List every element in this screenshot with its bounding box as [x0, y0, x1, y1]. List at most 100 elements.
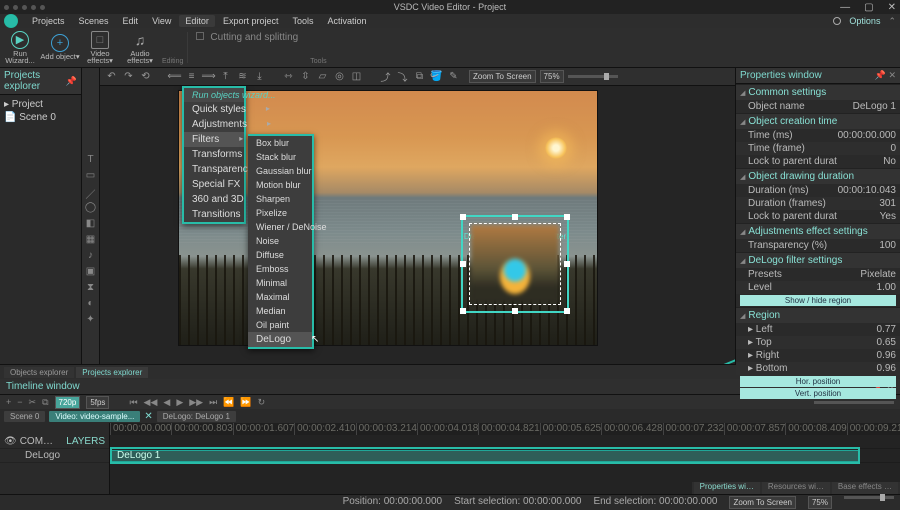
- menu-view[interactable]: View: [146, 15, 177, 27]
- resize-handle[interactable]: [564, 308, 570, 314]
- shape-tool-icon[interactable]: ▭: [85, 170, 97, 182]
- video-effects-button[interactable]: □ Video effects▾: [80, 28, 120, 67]
- align-top-icon[interactable]: ⤒: [220, 71, 231, 82]
- track-header[interactable]: 👁COM…LAYERS: [0, 435, 109, 449]
- gear-icon[interactable]: [833, 17, 841, 25]
- crumb-scene[interactable]: Scene 0: [4, 411, 45, 422]
- up-layer-icon[interactable]: ⤴: [380, 71, 391, 82]
- remove-track-icon[interactable]: −: [17, 397, 22, 407]
- position-button[interactable]: Vert. position: [740, 388, 896, 399]
- menu-item-pixelize[interactable]: Pixelize: [248, 206, 312, 220]
- video-effects-menu[interactable]: Run objects wizard... Quick styles▸ Adju…: [182, 86, 246, 224]
- footer-tab-resources[interactable]: Resources wi…: [762, 482, 830, 494]
- resolution-tag[interactable]: 720p: [55, 396, 81, 409]
- line-tool-icon[interactable]: ／: [85, 186, 97, 198]
- property-group-header[interactable]: DeLogo filter settings: [736, 252, 900, 268]
- frame-fwd-icon[interactable]: ▶: [176, 397, 183, 408]
- menu-tools[interactable]: Tools: [286, 15, 319, 27]
- spray-tool-icon[interactable]: ✦: [85, 314, 97, 326]
- run-wizard-button[interactable]: ▶ Run Wizard...: [0, 28, 40, 67]
- undo-icon[interactable]: ↶: [106, 71, 117, 82]
- ellipse-tool-icon[interactable]: ◯: [85, 202, 97, 214]
- redo-icon[interactable]: ↷: [123, 71, 134, 82]
- cut-icon[interactable]: ✂: [29, 397, 37, 408]
- resize-handle[interactable]: [460, 261, 466, 267]
- text-tool-icon[interactable]: T: [85, 154, 97, 166]
- timeline-zoom-slider[interactable]: [814, 401, 894, 404]
- zoom-pct-dropdown[interactable]: 75%: [540, 70, 564, 83]
- frame-back-icon[interactable]: ◀: [163, 397, 170, 408]
- step-fwd-icon[interactable]: ⏭: [209, 397, 217, 408]
- preview-canvas[interactable]: Drag and move DeLogo filter: [100, 86, 735, 364]
- dist-v-icon[interactable]: ⇳: [300, 71, 311, 82]
- menu-item-adjustments[interactable]: Adjustments▸: [184, 117, 244, 132]
- property-row[interactable]: Duration (frames)301: [736, 197, 900, 210]
- property-row[interactable]: PresetsPixelate: [736, 268, 900, 281]
- menu-item-gaussian-blur[interactable]: Gaussian blur: [248, 164, 312, 178]
- property-row[interactable]: Time (frame)0: [736, 142, 900, 155]
- expand-ribbon-button[interactable]: ⌃: [888, 16, 896, 27]
- delogo-region[interactable]: [461, 215, 569, 313]
- menu-item-360-3d[interactable]: 360 and 3D▸: [184, 192, 244, 207]
- menu-item-filters[interactable]: Filters▸: [184, 132, 244, 147]
- property-row[interactable]: Object nameDeLogo 1: [736, 100, 900, 113]
- mask-tool-icon[interactable]: ◐: [85, 298, 97, 310]
- menu-item-box-blur[interactable]: Box blur: [248, 136, 312, 150]
- video-tool-icon[interactable]: ▣: [85, 266, 97, 278]
- menu-activation[interactable]: Activation: [321, 15, 372, 27]
- zoom-mode-dropdown[interactable]: Zoom To Screen: [469, 70, 536, 83]
- property-row[interactable]: ▸ Bottom0.96: [736, 362, 900, 375]
- fit-icon[interactable]: ▱: [317, 71, 328, 82]
- property-row[interactable]: ▸ Top0.65: [736, 336, 900, 349]
- app-logo-icon[interactable]: [4, 14, 18, 28]
- footer-tab-properties[interactable]: Properties wi…: [694, 482, 760, 494]
- play-fwd-icon[interactable]: ▶▶: [189, 397, 203, 408]
- resize-handle[interactable]: [460, 308, 466, 314]
- property-group-header[interactable]: Object creation time: [736, 113, 900, 129]
- crop-icon[interactable]: ◫: [351, 71, 362, 82]
- add-track-icon[interactable]: +: [6, 397, 11, 407]
- pin-icon[interactable]: 📌 ✕: [875, 70, 896, 81]
- pin-icon[interactable]: 📌: [66, 76, 77, 87]
- align-middle-icon[interactable]: ≋: [237, 71, 248, 82]
- go-start-icon[interactable]: ⏪: [223, 397, 234, 408]
- clip-delogo[interactable]: DeLogo 1: [110, 450, 860, 462]
- property-row[interactable]: Level1.00: [736, 281, 900, 294]
- audio-effects-button[interactable]: ♫ Audio effects▾: [120, 28, 160, 67]
- fps-tag[interactable]: 5fps: [86, 396, 109, 409]
- tree-item[interactable]: ▸ Project: [4, 98, 77, 111]
- crumb-video[interactable]: Video: video-sample...: [49, 411, 140, 422]
- tab-objects-explorer[interactable]: Objects explorer: [4, 367, 74, 378]
- menu-item-stack-blur[interactable]: Stack blur: [248, 150, 312, 164]
- property-row[interactable]: ▸ Right0.96: [736, 349, 900, 362]
- tree-item[interactable]: 📄 Scene 0: [4, 111, 77, 124]
- menu-header[interactable]: Run objects wizard...: [184, 88, 244, 102]
- property-row[interactable]: Lock to parent duratNo: [736, 155, 900, 168]
- resize-handle[interactable]: [564, 261, 570, 267]
- show-hide-region-button[interactable]: Show / hide region: [740, 295, 896, 306]
- filters-submenu[interactable]: Box blur Stack blur Gaussian blur Motion…: [248, 134, 314, 349]
- track-header[interactable]: DeLogo: [0, 449, 109, 463]
- menu-item-oil-paint[interactable]: Oil paint: [248, 318, 312, 332]
- bucket-icon[interactable]: 🪣: [431, 71, 442, 82]
- eye-icon[interactable]: 👁: [4, 436, 17, 447]
- counter-tool-icon[interactable]: ⧗: [85, 282, 97, 294]
- property-row[interactable]: Duration (ms)00:00:10.043: [736, 184, 900, 197]
- align-right-icon[interactable]: ⟹: [203, 71, 214, 82]
- menu-editor[interactable]: Editor: [179, 15, 215, 27]
- resize-handle[interactable]: [512, 214, 518, 220]
- chart-tool-icon[interactable]: ◧: [85, 218, 97, 230]
- property-group-header[interactable]: Object drawing duration: [736, 168, 900, 184]
- align-bottom-icon[interactable]: ⤓: [254, 71, 265, 82]
- menu-item-quick-styles[interactable]: Quick styles▸: [184, 102, 244, 117]
- menu-item-wiener-denoise[interactable]: Wiener / DeNoise: [248, 220, 312, 234]
- resize-handle[interactable]: [460, 214, 466, 220]
- property-group-header[interactable]: Region: [736, 307, 900, 323]
- menu-item-minimal[interactable]: Minimal: [248, 276, 312, 290]
- reset-icon[interactable]: ⟲: [140, 71, 151, 82]
- menu-item-transitions[interactable]: Transitions▸: [184, 207, 244, 222]
- resize-handle[interactable]: [512, 308, 518, 314]
- property-group-header[interactable]: Adjustments effect settings: [736, 223, 900, 239]
- position-button[interactable]: Hor. position: [740, 376, 896, 387]
- timeline-ruler[interactable]: 00:00:00.00000:00:00.80300:00:01.60700:0…: [110, 423, 900, 435]
